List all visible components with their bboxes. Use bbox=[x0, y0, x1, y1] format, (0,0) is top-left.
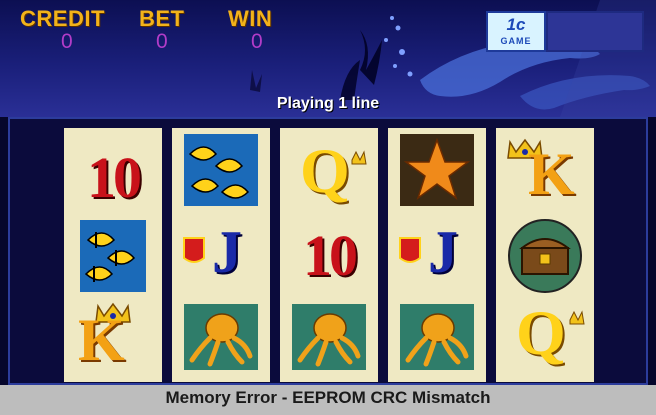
octopus-icon bbox=[400, 304, 474, 370]
symbol-j: J bbox=[212, 219, 242, 285]
bet-value: 0 bbox=[156, 30, 168, 53]
reel-4-symbol-1 bbox=[392, 132, 482, 208]
reel-2-symbol-2: J bbox=[176, 218, 266, 294]
reel-1-symbol-1: 10 bbox=[68, 140, 158, 216]
reel-3: Q 10 bbox=[280, 128, 378, 382]
reel-2: J bbox=[172, 128, 270, 382]
reel-2-symbol-3 bbox=[176, 298, 266, 374]
butterfly-fish-icon bbox=[184, 134, 258, 206]
reel-5-symbol-1: K bbox=[500, 136, 590, 212]
octopus-icon bbox=[184, 304, 258, 370]
symbol-ten: 10 bbox=[87, 145, 142, 210]
symbol-q: Q bbox=[516, 297, 566, 368]
symbol-ten: 10 bbox=[303, 223, 358, 288]
treasure-chest-icon bbox=[508, 219, 582, 293]
symbol-k: K bbox=[528, 141, 575, 207]
butterfly-fish-icon bbox=[80, 220, 146, 292]
credit-label: CREDIT bbox=[20, 6, 105, 31]
symbol-k: K bbox=[78, 307, 125, 373]
reel-1: 10 K bbox=[64, 128, 162, 382]
logo-panel bbox=[546, 11, 644, 52]
reel-4-symbol-2: J bbox=[392, 218, 482, 294]
bet-label: BET bbox=[139, 6, 185, 31]
reel-3-symbol-1: Q bbox=[284, 135, 374, 212]
symbol-q: Q bbox=[300, 135, 350, 206]
reel-5-symbol-3: Q bbox=[500, 297, 590, 374]
game-screen: CREDIT BET WIN 0 0 0 1c GAME Playing 1 l… bbox=[0, 0, 656, 415]
top-banner: CREDIT BET WIN 0 0 0 1c GAME Playing 1 l… bbox=[0, 0, 656, 117]
logo-sub-text: GAME bbox=[500, 36, 532, 46]
error-message: Memory Error - EEPROM CRC Mismatch bbox=[165, 388, 491, 407]
reel-5: K Q bbox=[496, 128, 594, 382]
reel-3-symbol-3 bbox=[284, 298, 374, 374]
reel-1-symbol-2 bbox=[68, 218, 158, 294]
game-logo: 1c GAME bbox=[486, 11, 546, 52]
reel-4: J bbox=[388, 128, 486, 382]
octopus-icon bbox=[292, 304, 366, 370]
starfish-icon bbox=[400, 134, 474, 206]
win-label: WIN bbox=[228, 6, 273, 31]
credit-value: 0 bbox=[61, 30, 73, 53]
reel-1-symbol-3: K bbox=[68, 298, 158, 374]
win-value: 0 bbox=[251, 30, 263, 53]
reel-3-symbol-2: 10 bbox=[284, 218, 374, 294]
reel-2-symbol-1 bbox=[176, 132, 266, 208]
status-line: Playing 1 line bbox=[276, 95, 380, 112]
reel-4-symbol-3 bbox=[392, 298, 482, 374]
logo-main-text: 1c bbox=[506, 15, 526, 34]
reel-5-symbol-2 bbox=[500, 218, 590, 294]
symbol-j: J bbox=[428, 219, 458, 285]
